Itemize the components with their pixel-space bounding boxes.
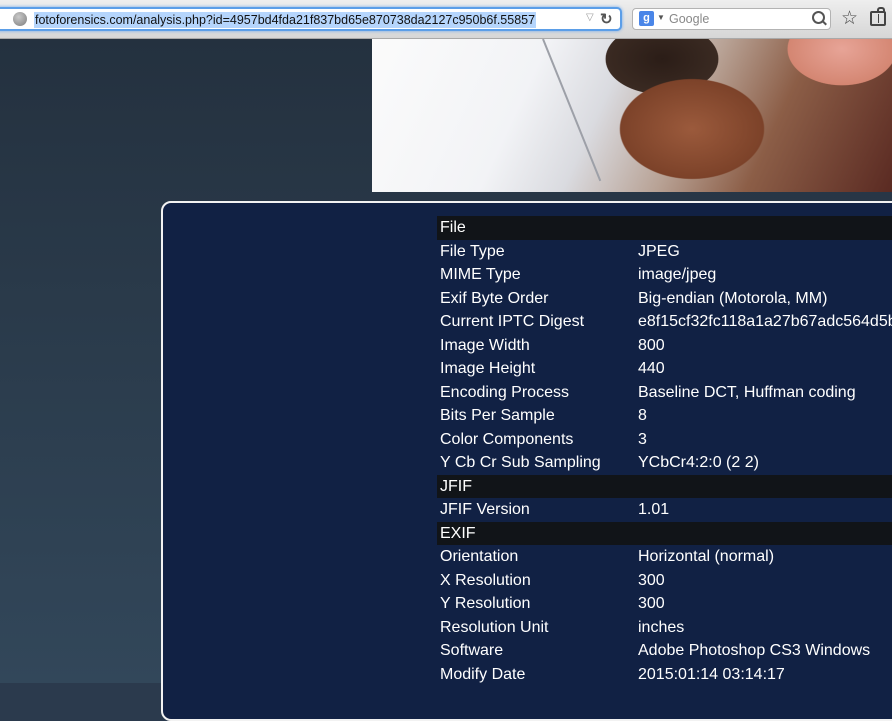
metadata-row: Orientation Horizontal (normal) xyxy=(437,545,892,569)
browser-toolbar: fotoforensics.com/analysis.php?id=4957bd… xyxy=(0,0,892,39)
metadata-key: Y Cb Cr Sub Sampling xyxy=(440,454,601,471)
metadata-value: 2015:01:14 03:14:17 xyxy=(638,665,785,683)
metadata-value: Horizontal (normal) xyxy=(638,548,775,565)
metadata-value: Baseline DCT, Huffman coding xyxy=(638,383,856,401)
section-header-jfif: JFIF xyxy=(437,474,892,498)
search-engine-icon[interactable]: g xyxy=(639,11,654,26)
metadata-value: JPEG xyxy=(638,242,680,260)
metadata-value: Big-endian (Motorola, MM) xyxy=(638,289,828,307)
search-input[interactable]: Google xyxy=(669,12,709,26)
url-text[interactable]: fotoforensics.com/analysis.php?id=4957bd… xyxy=(34,12,537,28)
metadata-key: Image Width xyxy=(440,336,530,354)
metadata-row: Bits Per Sample 8 xyxy=(437,404,892,428)
metadata-row: Software Adobe Photoshop CS3 Windows xyxy=(437,639,892,663)
metadata-value: inches xyxy=(638,618,685,636)
metadata-value: 1.01 xyxy=(638,501,670,518)
metadata-value: 3 xyxy=(638,430,647,448)
metadata-row: Y Resolution 300 xyxy=(437,592,892,616)
metadata-value: Adobe Photoshop CS3 Windows xyxy=(638,642,871,659)
metadata-value: image/jpeg xyxy=(638,266,717,283)
section-header-exif: EXIF xyxy=(437,521,892,545)
metadata-row: Encoding Process Baseline DCT, Huffman co… xyxy=(437,381,892,405)
metadata-key: Current IPTC Digest xyxy=(440,313,585,330)
metadata-row: Color Components 3 xyxy=(437,428,892,452)
metadata-row: Exif Byte Order Big-endian (Motorola, MM) xyxy=(437,287,892,311)
metadata-key: Software xyxy=(440,642,504,659)
section-header-file: File xyxy=(437,216,892,240)
search-bar[interactable]: g ▼ Google xyxy=(632,8,831,30)
metadata-key: Modify Date xyxy=(440,665,526,683)
metadata-value: 440 xyxy=(638,360,665,377)
metadata-key: File Type xyxy=(440,242,505,260)
reading-list-icon[interactable] xyxy=(870,7,886,26)
metadata-value: 300 xyxy=(638,571,665,589)
metadata-key: JFIF Version xyxy=(440,501,530,518)
metadata-row: Image Width 800 xyxy=(437,334,892,358)
reload-icon[interactable]: ↻ xyxy=(600,10,613,28)
metadata-value: e8f15cf32fc118a1a27b67adc564d5b xyxy=(638,313,892,330)
metadata-key: Encoding Process xyxy=(440,383,569,401)
metadata-row: Modify Date 2015:01:14 03:14:17 xyxy=(437,663,892,687)
metadata-key: Y Resolution xyxy=(440,595,531,612)
metadata-row: JFIF Version 1.01 xyxy=(437,498,892,522)
metadata-value: 800 xyxy=(638,336,665,354)
metadata-value: 8 xyxy=(638,407,647,424)
magnifier-icon[interactable] xyxy=(812,11,825,24)
search-engine-dropdown-icon[interactable]: ▼ xyxy=(657,13,665,22)
metadata-key: Exif Byte Order xyxy=(440,289,549,307)
metadata-row: Image Height 440 xyxy=(437,357,892,381)
metadata-key: Color Components xyxy=(440,430,574,448)
metadata-value: YCbCr4:2:0 (2 2) xyxy=(638,454,759,471)
metadata-key: Orientation xyxy=(440,548,519,565)
metadata-value: 300 xyxy=(638,595,665,612)
metadata-key: Resolution Unit xyxy=(440,618,549,636)
metadata-key: Bits Per Sample xyxy=(440,407,555,424)
metadata-key: Image Height xyxy=(440,360,536,377)
metadata-row: Resolution Unit inches xyxy=(437,616,892,640)
metadata-row: File Type JPEG xyxy=(437,240,892,264)
metadata-row: X Resolution 300 xyxy=(437,569,892,593)
metadata-table: File File Type JPEG MIME Type image/jpeg Exif… xyxy=(437,216,892,686)
metadata-key: X Resolution xyxy=(440,571,531,589)
metadata-row: MIME Type image/jpeg xyxy=(437,263,892,287)
metadata-key: MIME Type xyxy=(440,266,521,283)
url-history-dropdown-icon[interactable]: ▽ xyxy=(586,12,594,23)
page-content: File File Type JPEG MIME Type image/jpeg Exif… xyxy=(0,39,892,721)
metadata-row: Current IPTC Digest e8f15cf32fc118a1a27b6… xyxy=(437,310,892,334)
metadata-row: Y Cb Cr Sub Sampling YCbCr4:2:0 (2 2) xyxy=(437,451,892,475)
metadata-panel: File File Type JPEG MIME Type image/jpeg Exif… xyxy=(161,201,892,721)
address-bar[interactable]: fotoforensics.com/analysis.php?id=4957bd… xyxy=(0,7,622,31)
analyzed-photo xyxy=(372,39,892,192)
star-icon[interactable]: ☆ xyxy=(841,7,858,30)
globe-icon xyxy=(13,12,27,26)
